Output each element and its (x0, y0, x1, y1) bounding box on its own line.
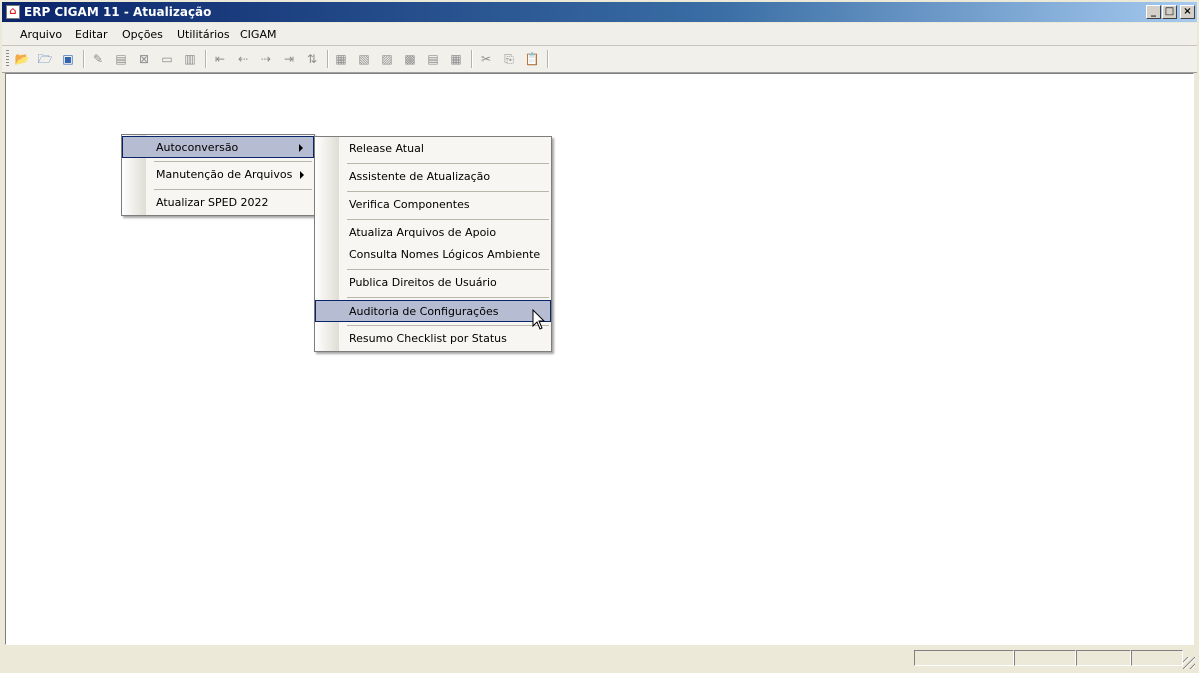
open-folder-icon[interactable]: 🗁 (37, 51, 53, 67)
submenu-autoconversao: Release Atual Assistente de Atualização … (314, 136, 552, 352)
menu-item-label: Assistente de Atualização (349, 170, 491, 183)
menu-item-label: Consulta Nomes Lógicos Ambiente (349, 248, 541, 261)
submenu-arrow-icon (299, 144, 303, 152)
menu-utilitarios[interactable]: Utilitários (177, 28, 230, 41)
report-icon[interactable]: ▩ (402, 51, 418, 67)
app-icon[interactable]: ⌂ (6, 5, 20, 19)
delete-icon[interactable]: ⊠ (136, 51, 152, 67)
toolbar-separator (547, 50, 549, 68)
status-pane (1131, 650, 1183, 666)
menu-cigam[interactable]: CIGAM (240, 28, 276, 41)
menu-item-verifica-componentes[interactable]: Verifica Componentes (315, 194, 551, 216)
toolbar-grip[interactable] (6, 50, 9, 68)
menu-item-publica-direitos[interactable]: Publica Direitos de Usuário (315, 272, 551, 294)
maximize-icon: □ (1164, 6, 1175, 17)
sort-icon[interactable]: ⇅ (304, 51, 320, 67)
minimize-button[interactable]: _ (1146, 5, 1161, 19)
status-pane (1076, 650, 1131, 666)
menu-separator (347, 325, 549, 326)
menu-item-release-atual[interactable]: Release Atual (315, 138, 551, 160)
menu-item-label: Verifica Componentes (349, 198, 470, 211)
status-pane (914, 650, 1014, 666)
maximize-button[interactable]: □ (1162, 5, 1177, 19)
close-icon: × (1183, 6, 1192, 17)
status-bar (2, 647, 1197, 671)
main-window: ⌂ ERP CIGAM 11 - Atualização _ □ × Arqui… (0, 0, 1199, 673)
toolbar-separator (327, 50, 329, 68)
menu-item-resumo-checklist[interactable]: Resumo Checklist por Status (315, 328, 551, 350)
tree-icon[interactable]: ▧ (356, 51, 372, 67)
menu-item-atualizar-sped[interactable]: Atualizar SPED 2022 (122, 192, 314, 214)
menu-bar: Arquivo Editar Opções Utilitários CIGAM (2, 23, 1197, 46)
close-button[interactable]: × (1180, 5, 1195, 19)
cut-icon[interactable]: ✂ (478, 51, 494, 67)
menu-editar[interactable]: Editar (75, 28, 108, 41)
toolbar: 📂 🗁 ▣ ✎ ▤ ⊠ ▭ ▥ ⇤ ⇠ ⇢ ⇥ ⇅ ▦ ▧ ▨ ▩ ▤ ▦ ✂ … (2, 46, 1197, 73)
list-icon[interactable]: ▥ (182, 51, 198, 67)
toolbar-separator (205, 50, 207, 68)
previous-icon[interactable]: ⇠ (235, 51, 251, 67)
menu-item-label: Release Atual (349, 142, 424, 155)
status-pane (1014, 650, 1076, 666)
menu-item-consulta-nomes-logicos[interactable]: Consulta Nomes Lógicos Ambiente (315, 244, 551, 266)
mouse-pointer-icon (532, 309, 546, 330)
menu-item-atualiza-arquivos-apoio[interactable]: Atualiza Arquivos de Apoio (315, 222, 551, 244)
grid-icon[interactable]: ▦ (333, 51, 349, 67)
toolbar-separator (471, 50, 473, 68)
menu-item-assistente-atualizacao[interactable]: Assistente de Atualização (315, 166, 551, 188)
menu-separator (347, 219, 549, 220)
menu-item-autoconversao[interactable]: Autoconversão (122, 136, 314, 158)
menu-item-label: Autoconversão (156, 141, 239, 154)
popup-menu-utilitarios: Autoconversão Manutenção de Arquivos Atu… (121, 134, 315, 216)
toolbar-separator (83, 50, 85, 68)
menu-item-label: Atualizar SPED 2022 (156, 196, 269, 209)
menu-item-label: Auditoria de Configurações (349, 305, 499, 318)
menu-item-label: Atualiza Arquivos de Apoio (349, 226, 497, 239)
menu-opcoes[interactable]: Opções (122, 28, 163, 41)
menu-item-label: Resumo Checklist por Status (349, 332, 507, 345)
menu-item-label: Manutenção de Arquivos (156, 168, 293, 181)
open-icon[interactable]: 📂 (14, 51, 30, 67)
paste-icon[interactable]: 📋 (524, 51, 540, 67)
menu-item-auditoria-configuracoes[interactable]: Auditoria de Configurações (315, 300, 551, 322)
menu-separator (347, 191, 549, 192)
resize-grip[interactable] (1183, 657, 1195, 669)
first-icon[interactable]: ⇤ (212, 51, 228, 67)
menu-separator (347, 163, 549, 164)
menu-item-label: Publica Direitos de Usuário (349, 276, 497, 289)
title-bar[interactable]: ⌂ ERP CIGAM 11 - Atualização _ □ × (2, 2, 1197, 22)
calc-icon[interactable]: ▦ (448, 51, 464, 67)
window-title: ERP CIGAM 11 - Atualização (24, 5, 212, 19)
next-icon[interactable]: ⇢ (258, 51, 274, 67)
edit-icon[interactable]: ✎ (90, 51, 106, 67)
copy-icon[interactable]: ⎘ (501, 51, 517, 67)
filter-icon[interactable]: ▤ (425, 51, 441, 67)
page-icon[interactable]: ▭ (159, 51, 175, 67)
minimize-icon: _ (1151, 6, 1156, 17)
menu-separator (347, 269, 549, 270)
submenu-arrow-icon (300, 171, 304, 179)
menu-separator (347, 297, 549, 298)
window-icon[interactable]: ▣ (60, 51, 76, 67)
view-icon[interactable]: ▨ (379, 51, 395, 67)
new-record-icon[interactable]: ▤ (113, 51, 129, 67)
menu-separator (154, 161, 312, 162)
menu-separator (154, 189, 312, 190)
menu-arquivo[interactable]: Arquivo (20, 28, 62, 41)
last-icon[interactable]: ⇥ (281, 51, 297, 67)
menu-item-manutencao-arquivos[interactable]: Manutenção de Arquivos (122, 164, 314, 186)
